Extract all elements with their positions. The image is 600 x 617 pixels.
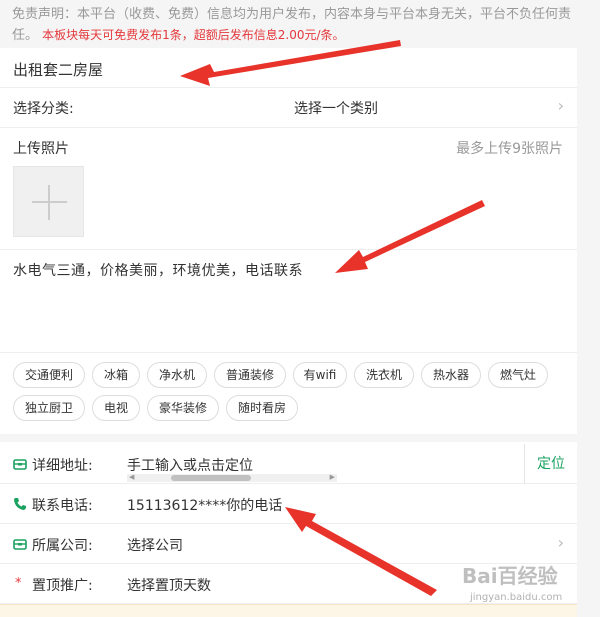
tag-chip[interactable]: 热水器 xyxy=(421,362,481,388)
photo-limit-hint: 最多上传9张照片 xyxy=(456,141,563,157)
company-select[interactable]: 选择公司 xyxy=(127,535,183,555)
scrollbar-thumb[interactable] xyxy=(171,475,251,481)
free-post-notice: 本板块每天可免费发布1条，超额后发布信息2.00元/条。 xyxy=(42,28,345,42)
phone-label: 联系电话: xyxy=(32,498,93,514)
tag-chip[interactable]: 有wifi xyxy=(293,362,347,388)
watermark-url: jingyan.baidu.com xyxy=(470,592,563,603)
building-icon xyxy=(13,539,27,550)
description-textarea[interactable]: 水电气三通，价格美丽，环境优美，电话联系 xyxy=(13,260,303,280)
locate-button[interactable]: 定位 xyxy=(524,444,577,484)
address-input[interactable]: 手工输入或点击定位 xyxy=(127,455,253,475)
phone-row: 联系电话: 15113612****你的电话 xyxy=(0,484,577,524)
add-photo-button[interactable] xyxy=(13,166,84,237)
disclaimer: 免责声明：本平台（收费、免费）信息均为用户发布，内容本身与平台本身无关，平台不负… xyxy=(12,4,577,46)
tag-chip[interactable]: 普通装修 xyxy=(214,362,286,388)
post-title-input[interactable]: 出租套二房屋 xyxy=(13,59,103,80)
tag-chip[interactable]: 洗衣机 xyxy=(354,362,414,388)
chevron-right-icon: › xyxy=(557,96,564,115)
watermark-logo: Bai百经验 xyxy=(462,564,558,588)
building-icon xyxy=(13,459,27,470)
chevron-right-icon: › xyxy=(557,533,564,552)
tag-chip[interactable]: 交通便利 xyxy=(13,362,85,388)
category-select[interactable]: 选择一个类别 xyxy=(294,98,378,118)
photo-upload-label: 上传照片 xyxy=(13,141,69,157)
tag-chip[interactable]: 豪华装修 xyxy=(147,395,219,421)
tag-chip[interactable]: 随时看房 xyxy=(226,395,298,421)
tag-chip[interactable]: 净水机 xyxy=(147,362,207,388)
promotion-select[interactable]: 选择置顶天数 xyxy=(127,575,211,595)
phone-icon xyxy=(14,498,26,510)
promotion-label: 置顶推广: xyxy=(32,578,93,594)
photo-upload-row: 上传照片 最多上传9张照片 xyxy=(0,128,577,250)
category-label: 选择分类: xyxy=(13,101,74,117)
category-row[interactable]: 选择分类: 选择一个类别 › xyxy=(0,88,577,128)
page-gutter xyxy=(577,48,600,617)
divider xyxy=(0,352,577,353)
tag-chip[interactable]: 电视 xyxy=(92,395,140,421)
tag-chip[interactable]: 冰箱 xyxy=(92,362,140,388)
required-asterisk: * xyxy=(15,576,22,591)
horizontal-scrollbar[interactable]: ◀ ▶ xyxy=(127,473,337,482)
title-row[interactable]: 出租套二房屋 xyxy=(0,48,577,88)
tag-chip[interactable]: 独立厨卫 xyxy=(13,395,85,421)
post-form-main: 出租套二房屋 选择分类: 选择一个类别 › 上传照片 最多上传9张照片 水电气三… xyxy=(0,48,577,434)
company-label: 所属公司: xyxy=(32,538,93,554)
baidu-watermark: Bai百经验 jingyan.baidu.com xyxy=(462,560,597,616)
scroll-right-icon[interactable]: ▶ xyxy=(330,473,335,481)
phone-input[interactable]: 15113612****你的电话 xyxy=(127,495,282,515)
company-row[interactable]: 所属公司: 选择公司 › xyxy=(0,524,577,564)
address-label: 详细地址: xyxy=(32,458,93,474)
tag-chip[interactable]: 燃气灶 xyxy=(488,362,548,388)
scroll-left-icon[interactable]: ◀ xyxy=(129,473,134,481)
address-row: 详细地址: 手工输入或点击定位 ◀ ▶ 定位 xyxy=(0,444,577,484)
